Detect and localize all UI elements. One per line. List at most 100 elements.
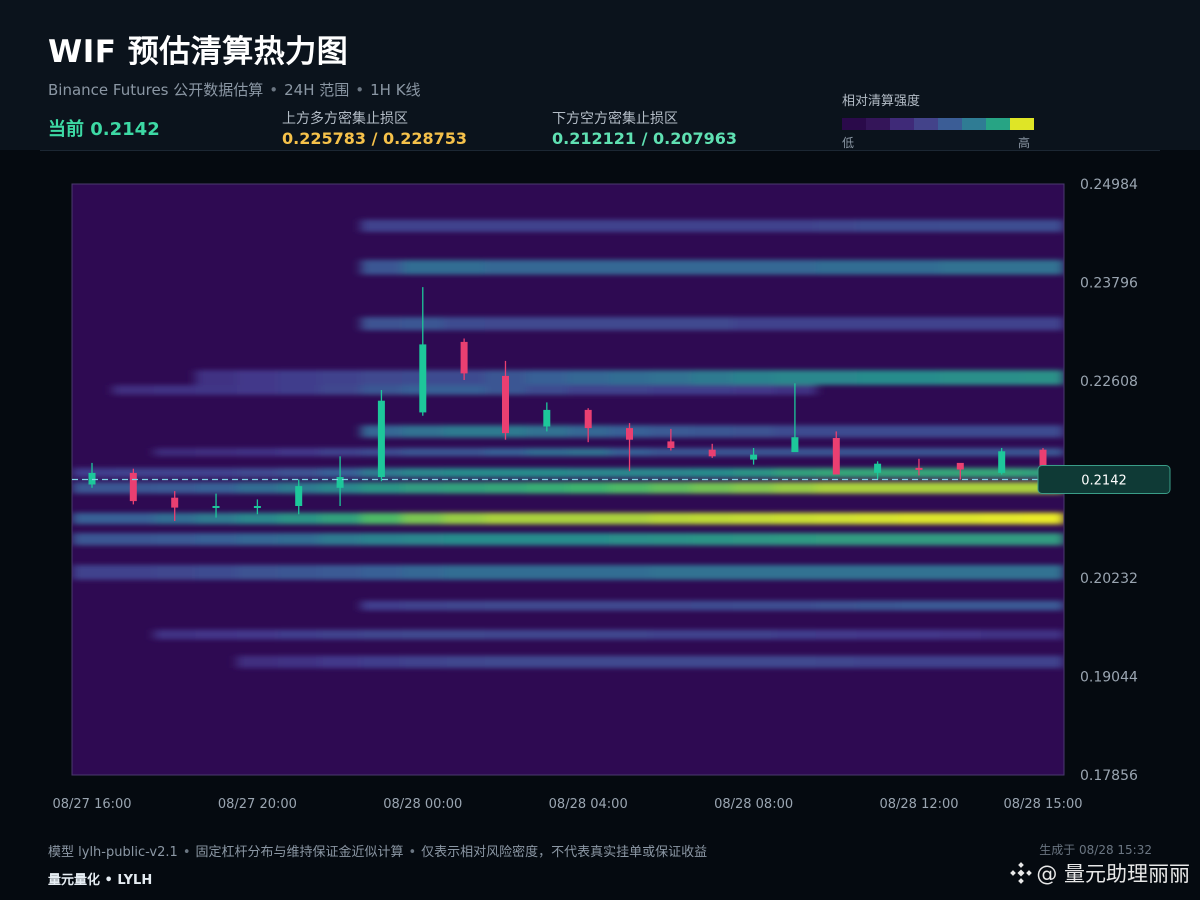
heat-cell bbox=[360, 512, 404, 525]
heat-cell bbox=[1022, 564, 1064, 580]
heat-cell bbox=[72, 564, 115, 580]
heat-cell bbox=[732, 564, 776, 580]
heat-cell bbox=[278, 655, 321, 669]
heat-cell bbox=[278, 385, 321, 395]
heat-cell bbox=[319, 385, 362, 395]
heat-cell bbox=[443, 317, 486, 331]
footer-separator: • bbox=[408, 845, 417, 860]
heat-cell bbox=[567, 564, 610, 580]
heat-cell bbox=[236, 385, 279, 395]
heat-cell bbox=[898, 482, 941, 494]
heat-cell bbox=[526, 564, 569, 580]
heat-cell bbox=[567, 533, 610, 546]
candle-body bbox=[667, 441, 675, 448]
candle-body bbox=[336, 477, 344, 488]
heat-cell bbox=[856, 448, 900, 457]
heat-cell bbox=[939, 448, 982, 457]
heat-cell bbox=[608, 219, 652, 232]
heat-cell bbox=[195, 370, 238, 385]
heat-cell bbox=[402, 259, 445, 275]
heat-cell bbox=[526, 629, 569, 640]
candle-body bbox=[295, 486, 303, 506]
heat-cell bbox=[939, 482, 982, 494]
heat-cell bbox=[732, 370, 776, 385]
heat-cell bbox=[939, 512, 982, 525]
heat-cell bbox=[774, 467, 817, 478]
heat-cell bbox=[856, 655, 900, 669]
heat-cell bbox=[278, 448, 321, 457]
heat-cell bbox=[981, 370, 1024, 385]
heat-cell bbox=[567, 370, 610, 385]
heat-cell bbox=[443, 467, 486, 478]
heat-cell bbox=[856, 512, 900, 525]
heat-cell bbox=[567, 317, 610, 331]
heat-cell bbox=[567, 482, 610, 494]
candle-body bbox=[1039, 449, 1047, 467]
heat-cell bbox=[898, 219, 941, 232]
heat-cell bbox=[154, 533, 197, 546]
y-tick-label: 0.24984 bbox=[1080, 177, 1138, 193]
heat-cell bbox=[939, 317, 982, 331]
heat-cell bbox=[650, 467, 693, 478]
candle-body bbox=[253, 506, 261, 508]
heat-cell bbox=[319, 512, 362, 525]
heat-cell bbox=[402, 655, 445, 669]
heat-cell bbox=[815, 317, 858, 331]
heat-cell bbox=[981, 259, 1024, 275]
heat-cell bbox=[815, 259, 858, 275]
heat-cell bbox=[567, 385, 610, 395]
heat-cell bbox=[112, 512, 155, 525]
heat-cell bbox=[484, 448, 528, 457]
heat-cell bbox=[774, 600, 817, 611]
candle-body bbox=[502, 375, 509, 434]
heat-cell bbox=[526, 219, 569, 232]
x-tick-label: 08/28 04:00 bbox=[549, 797, 628, 812]
heat-cell bbox=[484, 629, 528, 640]
candle-body bbox=[956, 462, 964, 470]
heat-cell bbox=[443, 448, 486, 457]
heat-cell bbox=[1022, 219, 1064, 232]
generated-time: 生成于 08/28 15:32 bbox=[1039, 843, 1152, 857]
heat-cell bbox=[402, 467, 445, 478]
heat-cell bbox=[319, 370, 362, 385]
heat-cell bbox=[898, 317, 941, 331]
heat-cell bbox=[484, 219, 528, 232]
heat-cell bbox=[526, 385, 569, 395]
candle-body bbox=[212, 506, 220, 508]
candle-body bbox=[791, 437, 799, 453]
candle-body bbox=[129, 472, 137, 502]
candle-body bbox=[998, 451, 1006, 473]
heat-cell bbox=[319, 655, 362, 669]
heat-cell bbox=[774, 370, 817, 385]
heat-cell bbox=[650, 259, 693, 275]
candle-body bbox=[543, 409, 551, 427]
heat-cell bbox=[402, 425, 445, 438]
heat-cell bbox=[278, 564, 321, 580]
heat-cell bbox=[815, 219, 858, 232]
heat-cell bbox=[856, 317, 900, 331]
heat-cell bbox=[732, 600, 776, 611]
heat-cell bbox=[484, 655, 528, 669]
heat-cell bbox=[443, 564, 486, 580]
heat-cell bbox=[608, 564, 652, 580]
heat-cell bbox=[856, 629, 900, 640]
heat-cell bbox=[195, 385, 238, 395]
heat-cell bbox=[691, 512, 734, 525]
heat-cell bbox=[484, 259, 528, 275]
heat-cell bbox=[650, 317, 693, 331]
heat-cell bbox=[112, 533, 155, 546]
heat-cell bbox=[650, 600, 693, 611]
heat-cell bbox=[981, 219, 1024, 232]
heat-cell bbox=[567, 655, 610, 669]
heat-cell bbox=[526, 370, 569, 385]
candle-up bbox=[377, 390, 385, 482]
heat-cell bbox=[939, 370, 982, 385]
heat-cell bbox=[236, 482, 279, 494]
candle-down bbox=[129, 468, 137, 505]
heat-cell bbox=[691, 219, 734, 232]
heat-cell bbox=[774, 219, 817, 232]
heat-cell bbox=[732, 467, 776, 478]
heat-cell bbox=[691, 482, 734, 494]
heat-cell bbox=[319, 629, 362, 640]
heat-cell bbox=[360, 482, 404, 494]
